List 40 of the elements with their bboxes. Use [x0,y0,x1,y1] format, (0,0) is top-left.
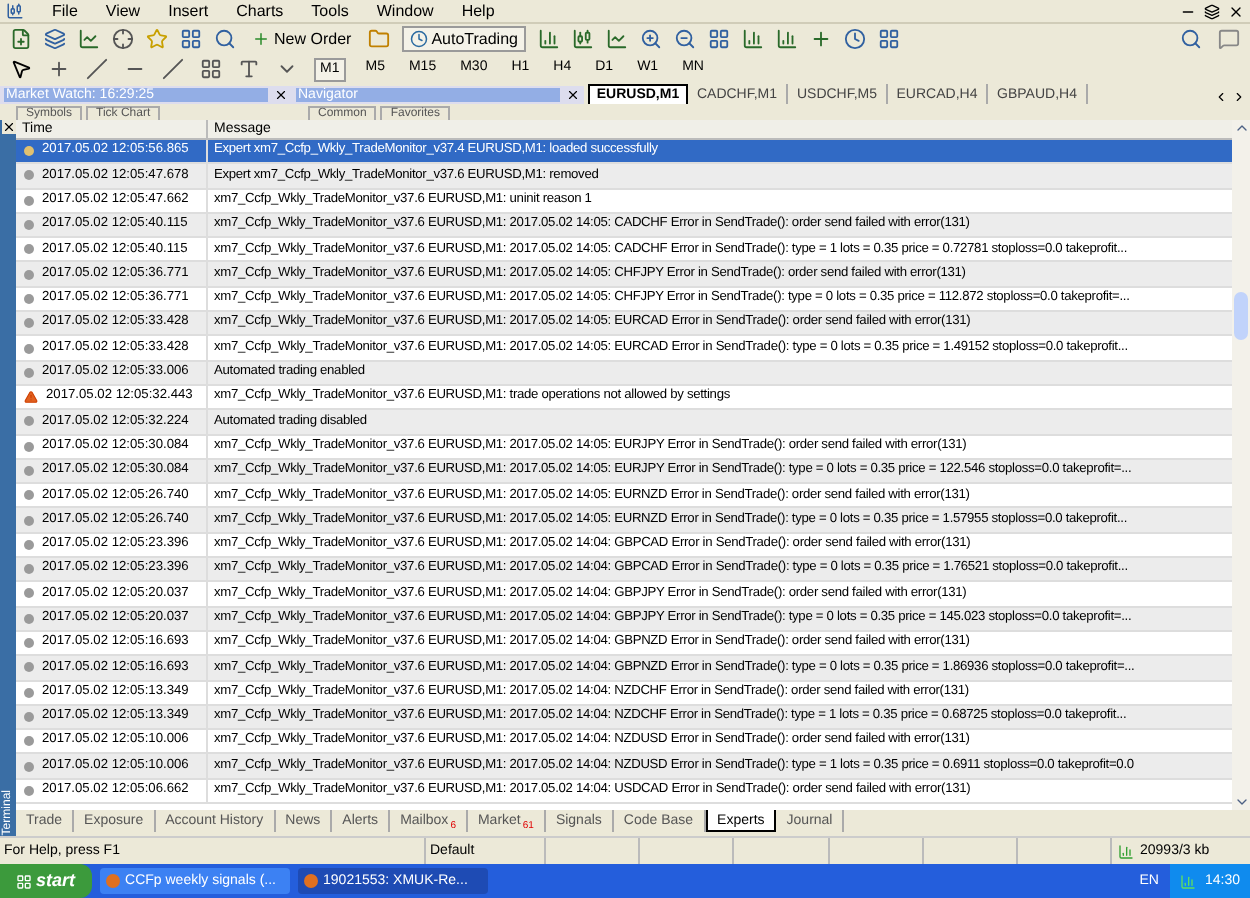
menu-item[interactable]: Help [461,3,495,19]
clock-icon [409,30,428,48]
scroll-down-icon[interactable] [1233,794,1249,810]
plus-icon [252,30,270,48]
scrollbar[interactable] [1232,120,1250,810]
profiles-icon[interactable] [44,28,66,50]
start-button[interactable]: start [0,864,92,898]
trendline-icon[interactable] [162,58,184,80]
period-icon[interactable] [843,28,866,50]
scroll-left-icon[interactable] [1214,90,1228,104]
close-icon[interactable] [566,88,580,102]
candlestick-icon[interactable] [571,28,594,50]
bar-chart-icon[interactable] [537,28,560,50]
menu-item[interactable]: Insert [168,3,209,19]
scroll-right-icon[interactable] [1232,90,1246,104]
text-icon[interactable] [238,58,260,80]
close-icon[interactable] [274,88,288,102]
line-chart-icon[interactable] [605,28,628,50]
warning-icon [24,390,38,405]
new-order-button[interactable]: New Order [248,26,356,52]
menu-item[interactable]: Tools [311,3,349,19]
autotrading-button[interactable]: AutoTrading [401,26,526,52]
zoom-in-icon[interactable] [639,28,662,50]
cursor-icon[interactable] [10,58,32,80]
scroll-up-icon[interactable] [1233,120,1249,136]
menu-item[interactable]: File [52,3,78,19]
scrollbar-thumb[interactable] [1234,291,1248,339]
chat-icon[interactable] [1218,28,1240,50]
menu-item[interactable]: View [105,3,141,19]
close-icon[interactable] [1228,3,1244,19]
close-icon[interactable] [1,120,15,134]
signal-icon [1180,873,1197,889]
folder-icon[interactable] [367,28,390,50]
search-icon[interactable] [1180,28,1202,50]
connection-icon [1116,843,1136,859]
new-chart-icon[interactable] [10,28,32,50]
zoom-out-icon[interactable] [673,28,696,50]
menu-item[interactable]: Charts [236,3,284,19]
menu-item[interactable]: Window [376,3,434,19]
crosshair-icon[interactable] [48,58,70,80]
